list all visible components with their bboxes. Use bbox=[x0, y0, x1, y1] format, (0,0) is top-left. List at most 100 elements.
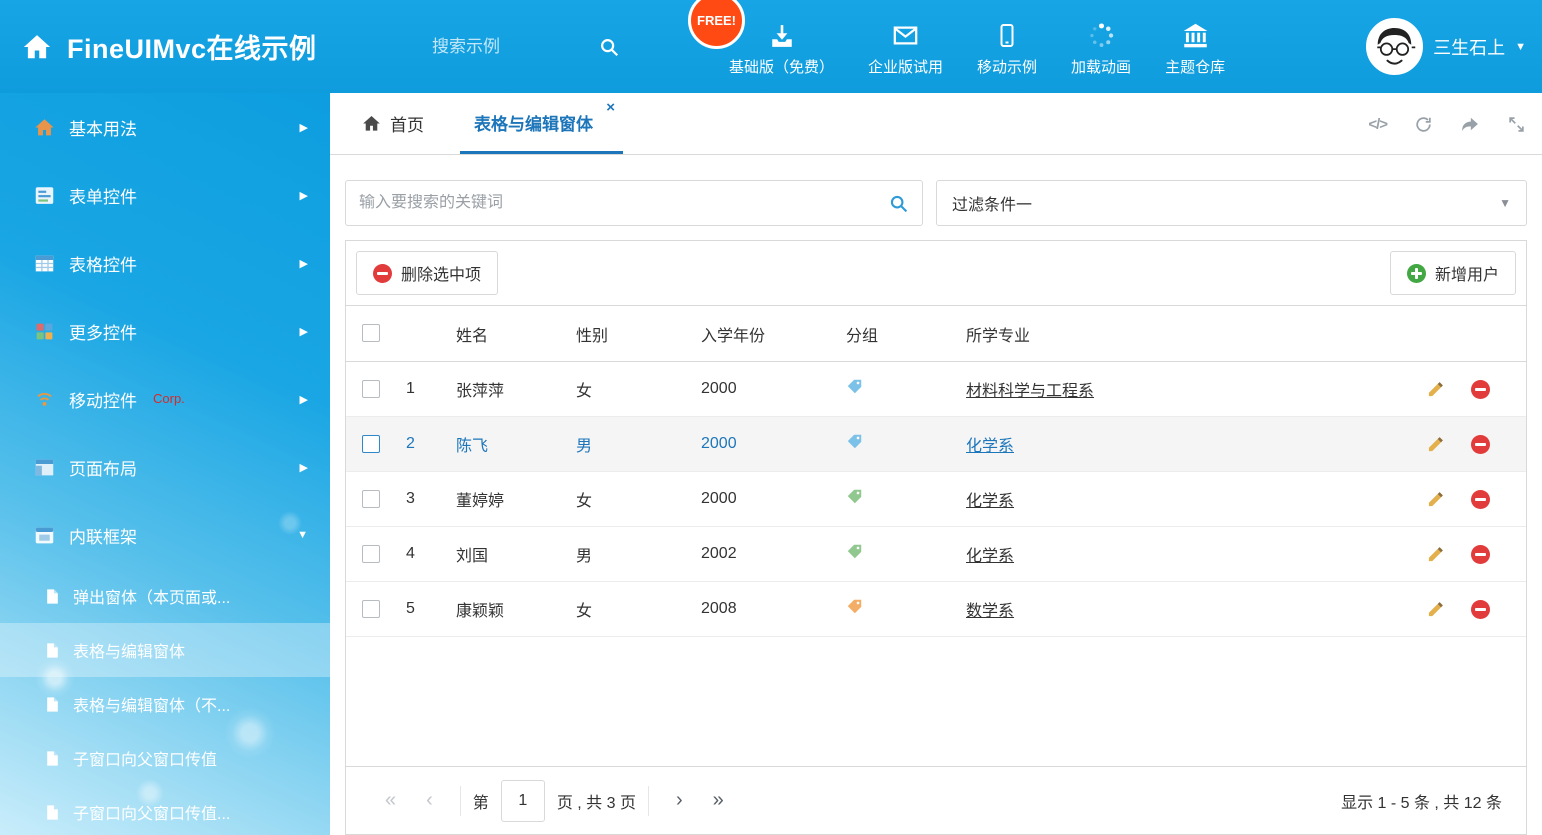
edit-pencil-icon[interactable] bbox=[1426, 489, 1446, 509]
table-row[interactable]: 1 张萍萍 女 2000 材料科学与工程系 bbox=[346, 362, 1526, 417]
sidebar-item-more-controls[interactable]: 更多控件 ▶ bbox=[0, 297, 330, 365]
sidebar-submenu: 弹出窗体（本页面或... 表格与编辑窗体 表格与编辑窗体（不... 子窗口向父窗… bbox=[0, 569, 330, 835]
major-link[interactable]: 化学系 bbox=[966, 493, 1014, 510]
user-table: 姓名 性别 入学年份 分组 所学专业 1 张萍萍 女 2000 材料科学与工程系 bbox=[346, 305, 1526, 637]
refresh-icon[interactable] bbox=[1414, 115, 1433, 134]
brand: FineUIMvc在线示例 bbox=[22, 0, 317, 93]
edit-pencil-icon[interactable] bbox=[1426, 544, 1446, 564]
table-row[interactable]: 2 陈飞 男 2000 化学系 bbox=[346, 417, 1526, 472]
nav-item-label: 主题仓库 bbox=[1165, 56, 1225, 77]
cell-gender: 女 bbox=[566, 362, 691, 417]
row-checkbox[interactable] bbox=[362, 380, 380, 398]
delete-row-icon[interactable] bbox=[1471, 545, 1490, 564]
tab-home[interactable]: 首页 bbox=[346, 93, 440, 154]
sidebar-item-label: 基本用法 bbox=[69, 115, 137, 140]
delete-row-icon[interactable] bbox=[1471, 380, 1490, 399]
table-row[interactable]: 5 康颖颖 女 2008 数学系 bbox=[346, 582, 1526, 637]
add-user-button[interactable]: 新增用户 bbox=[1390, 251, 1516, 295]
major-link[interactable]: 化学系 bbox=[966, 438, 1014, 455]
spinner-icon bbox=[1088, 22, 1115, 49]
last-page-icon[interactable]: » bbox=[698, 789, 739, 812]
app-title: FineUIMvc在线示例 bbox=[67, 27, 317, 66]
prev-page-icon[interactable]: ‹ bbox=[411, 789, 448, 812]
chevron-right-icon: ▶ bbox=[300, 461, 308, 474]
delete-selected-button[interactable]: 删除选中项 bbox=[356, 251, 498, 295]
major-link[interactable]: 化学系 bbox=[966, 548, 1014, 565]
edit-pencil-icon[interactable] bbox=[1426, 599, 1446, 619]
source-code-icon[interactable]: </> bbox=[1368, 116, 1387, 133]
delete-selected-label: 删除选中项 bbox=[401, 261, 481, 285]
row-checkbox[interactable] bbox=[362, 600, 380, 618]
search-icon[interactable] bbox=[888, 193, 909, 214]
iframe-icon bbox=[34, 525, 55, 546]
expand-icon[interactable] bbox=[1507, 115, 1526, 134]
edit-pencil-icon[interactable] bbox=[1426, 434, 1446, 454]
select-all-checkbox[interactable] bbox=[362, 324, 380, 342]
sidebar-item-label: 移动控件 bbox=[69, 387, 137, 412]
nav-item-loading-animation[interactable]: 加载动画 bbox=[1054, 16, 1148, 77]
chevron-right-icon: ▶ bbox=[300, 393, 308, 406]
tag-icon bbox=[846, 598, 863, 615]
sidebar-subitem-grid-edit-window-2[interactable]: 表格与编辑窗体（不... bbox=[0, 677, 330, 731]
page-suffix-label: 页 , 共 3 页 bbox=[557, 789, 636, 813]
major-link[interactable]: 材料科学与工程系 bbox=[966, 383, 1094, 400]
sidebar-item-form-controls[interactable]: 表单控件 ▶ bbox=[0, 161, 330, 229]
sidebar-item-basic-usage[interactable]: 基本用法 ▶ bbox=[0, 93, 330, 161]
cell-name: 刘国 bbox=[446, 527, 566, 582]
tab-grid-edit-window[interactable]: 表格与编辑窗体 × bbox=[460, 93, 623, 154]
chevron-right-icon: ▶ bbox=[300, 257, 308, 270]
nav-item-theme-store[interactable]: 主题仓库 bbox=[1148, 16, 1242, 77]
col-gender: 性别 bbox=[566, 306, 691, 362]
row-checkbox[interactable] bbox=[362, 435, 380, 453]
tab-toolbar: </> bbox=[1368, 93, 1526, 155]
user-menu[interactable]: 三生石上 ▼ bbox=[1366, 0, 1526, 93]
header-search-input[interactable] bbox=[432, 37, 572, 57]
divider bbox=[460, 786, 461, 816]
edit-pencil-icon[interactable] bbox=[1426, 379, 1446, 399]
sidebar-subitem-label: 表格与编辑窗体 bbox=[73, 638, 185, 662]
first-page-icon[interactable]: « bbox=[370, 789, 411, 812]
sidebar-item-page-layout[interactable]: 页面布局 ▶ bbox=[0, 433, 330, 501]
cell-name: 张萍萍 bbox=[446, 362, 566, 417]
search-icon[interactable] bbox=[598, 36, 620, 58]
sidebar-subitem-popup-window[interactable]: 弹出窗体（本页面或... bbox=[0, 569, 330, 623]
delete-row-icon[interactable] bbox=[1471, 490, 1490, 509]
tab-close-icon[interactable]: × bbox=[606, 100, 615, 115]
sidebar-item-mobile-controls[interactable]: 移动控件 Corp. ▶ bbox=[0, 365, 330, 433]
delete-row-icon[interactable] bbox=[1471, 600, 1490, 619]
sidebar-item-grid-controls[interactable]: 表格控件 ▶ bbox=[0, 229, 330, 297]
envelope-icon bbox=[892, 22, 919, 49]
sidebar-item-label: 表单控件 bbox=[69, 183, 137, 208]
sidebar-item-iframe[interactable]: 内联框架 ▼ bbox=[0, 501, 330, 569]
delete-row-icon[interactable] bbox=[1471, 435, 1490, 454]
download-icon bbox=[769, 22, 795, 49]
row-checkbox[interactable] bbox=[362, 545, 380, 563]
minus-circle-icon bbox=[373, 264, 392, 283]
sidebar-subitem-label: 表格与编辑窗体（不... bbox=[73, 692, 230, 716]
major-link[interactable]: 数学系 bbox=[966, 603, 1014, 620]
next-page-icon[interactable]: › bbox=[661, 789, 698, 812]
sidebar-subitem-child-to-parent-2[interactable]: 子窗口向父窗口传值... bbox=[0, 785, 330, 835]
form-icon bbox=[34, 185, 55, 206]
sidebar-subitem-child-to-parent[interactable]: 子窗口向父窗口传值 bbox=[0, 731, 330, 785]
tag-icon bbox=[846, 543, 863, 560]
filter-dropdown[interactable]: 过滤条件一 ▼ bbox=[936, 180, 1527, 226]
nav-item-label: 企业版试用 bbox=[868, 56, 943, 77]
home-icon[interactable] bbox=[22, 32, 52, 62]
cell-name: 陈飞 bbox=[446, 417, 566, 472]
page-number-input[interactable] bbox=[501, 780, 545, 822]
table-row[interactable]: 4 刘国 男 2002 化学系 bbox=[346, 527, 1526, 582]
keyword-search-input[interactable] bbox=[359, 194, 888, 212]
row-checkbox[interactable] bbox=[362, 490, 380, 508]
mobile-icon bbox=[995, 22, 1019, 49]
sidebar-item-label: 更多控件 bbox=[69, 319, 137, 344]
nav-item-enterprise-trial[interactable]: 企业版试用 bbox=[851, 16, 960, 77]
bank-icon bbox=[1182, 22, 1209, 49]
chevron-down-icon: ▼ bbox=[1515, 41, 1526, 53]
sidebar-subitem-grid-edit-window[interactable]: 表格与编辑窗体 bbox=[0, 623, 330, 677]
nav-item-mobile-demo[interactable]: 移动示例 bbox=[960, 16, 1054, 77]
sidebar-item-label: 表格控件 bbox=[69, 251, 137, 276]
chevron-right-icon: ▶ bbox=[300, 325, 308, 338]
share-icon[interactable] bbox=[1460, 114, 1480, 134]
table-row[interactable]: 3 董婷婷 女 2000 化学系 bbox=[346, 472, 1526, 527]
